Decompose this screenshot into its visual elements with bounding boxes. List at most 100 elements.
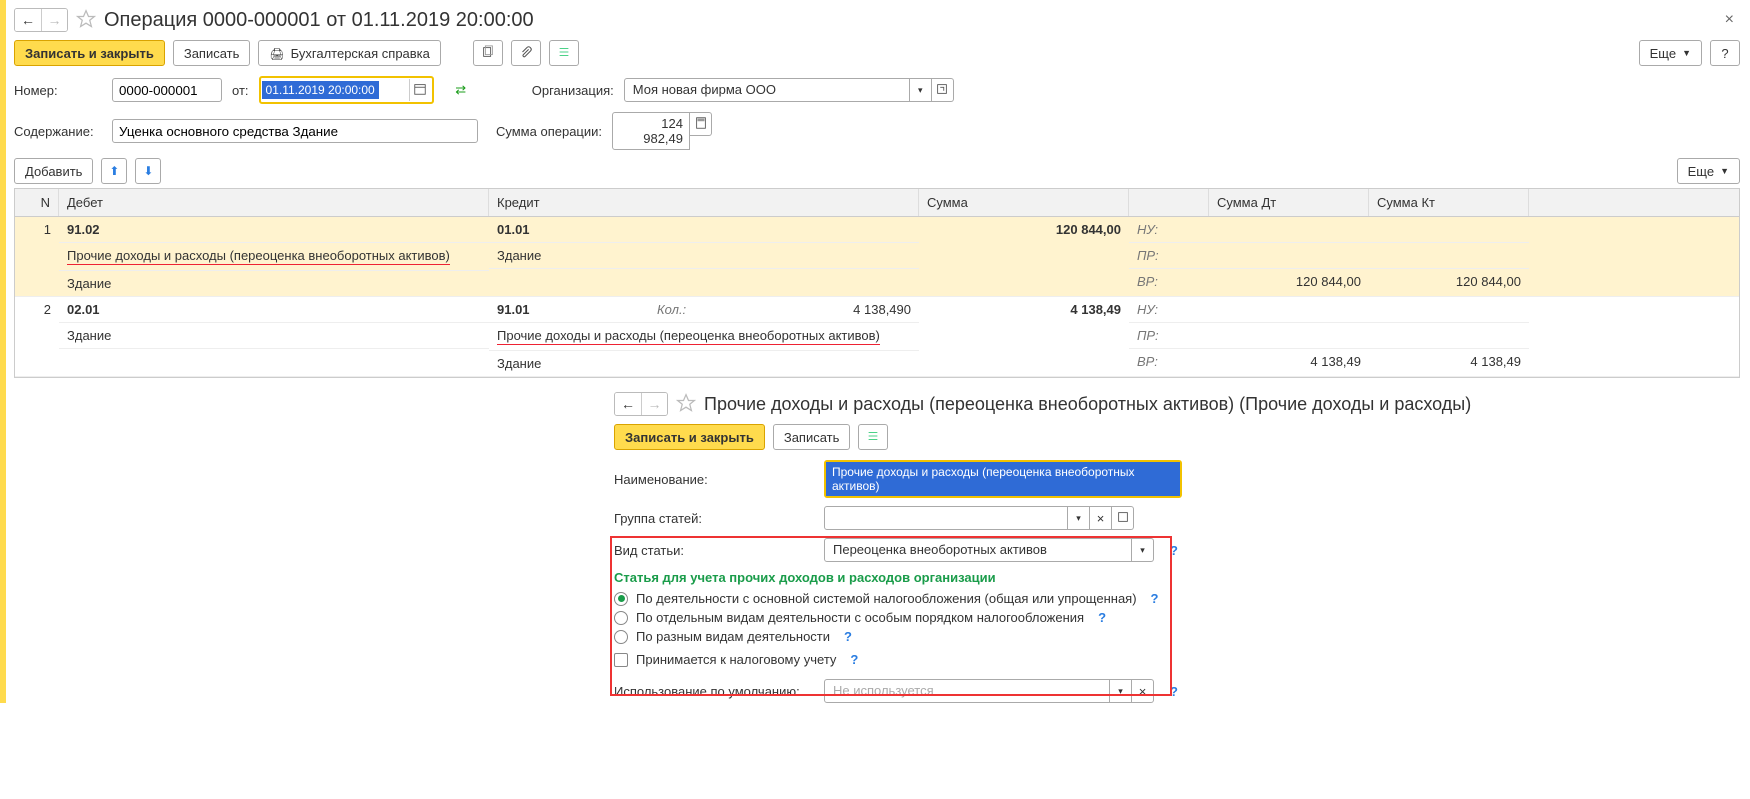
credit-sub1: Прочие доходы и расходы (переоценка внео… xyxy=(489,322,919,350)
group-dropdown-button[interactable]: ▾ xyxy=(1068,506,1090,530)
help-button[interactable]: ? xyxy=(1710,40,1740,66)
open-icon xyxy=(1116,510,1130,527)
dialog-back-button[interactable] xyxy=(615,393,641,415)
row-sum: 4 138,49 xyxy=(919,297,1129,322)
add-row-button[interactable]: Добавить xyxy=(14,158,93,184)
default-dropdown-button[interactable]: ▾ xyxy=(1110,679,1132,703)
col-debit: Дебет xyxy=(59,189,489,216)
row-sum: 120 844,00 xyxy=(919,217,1129,242)
row-n: 2 xyxy=(15,297,59,376)
dialog-title: Прочие доходы и расходы (переоценка внео… xyxy=(704,394,1471,415)
more-label: Еще xyxy=(1650,46,1676,61)
dialog-save-close-button[interactable]: Записать и закрыть xyxy=(614,424,765,450)
table-row[interactable]: 2 02.01 Здание 91.01 Кол.: 4 138,490 Про… xyxy=(15,297,1739,377)
default-combo[interactable]: Не используется ▾ × xyxy=(824,679,1154,703)
print-ref-button[interactable]: Бухгалтерская справка xyxy=(258,40,440,66)
radio3-help[interactable]: ? xyxy=(844,629,852,644)
radio-various-label: По разным видам деятельности xyxy=(636,629,830,644)
credit-acc: 01.01 xyxy=(489,217,919,242)
radio2-help[interactable]: ? xyxy=(1098,610,1106,625)
sum-field: 124 982,49 xyxy=(612,112,712,150)
list-icon xyxy=(866,429,880,446)
qty-value: 4 138,490 xyxy=(739,297,919,322)
kind-help-button[interactable]: ? xyxy=(1170,543,1178,558)
table-more-button[interactable]: Еще▼ xyxy=(1677,158,1740,184)
debit-sub1: Здание xyxy=(59,322,489,348)
col-sum-dt: Сумма Дт xyxy=(1209,189,1369,216)
dialog-favorite-icon[interactable] xyxy=(676,393,696,416)
radio-special[interactable] xyxy=(614,611,628,625)
copy-button[interactable] xyxy=(473,40,503,66)
dialog-list-button[interactable] xyxy=(858,424,888,450)
default-value: Не используется xyxy=(824,679,1110,703)
table-row[interactable]: 1 91.02 Прочие доходы и расходы (переоце… xyxy=(15,217,1739,297)
dialog-nav xyxy=(614,392,668,416)
date-field[interactable]: 01.11.2019 20:00:00 xyxy=(259,76,434,104)
tax-nu: НУ: xyxy=(1129,217,1209,242)
radio-special-label: По отдельным видам деятельности с особым… xyxy=(636,610,1084,625)
name-input[interactable]: Прочие доходы и расходы (переоценка внео… xyxy=(824,460,1182,498)
default-help[interactable]: ? xyxy=(1170,684,1178,699)
group-open-button[interactable] xyxy=(1112,506,1134,530)
help-label: ? xyxy=(1721,46,1728,61)
qty-label: Кол.: xyxy=(649,297,739,322)
dialog-save-close-label: Записать и закрыть xyxy=(625,430,754,445)
content-label: Содержание: xyxy=(14,124,102,139)
tax-pr: ПР: xyxy=(1129,242,1209,268)
group-value xyxy=(824,506,1068,530)
favorite-icon[interactable] xyxy=(76,9,96,32)
default-clear-button[interactable]: × xyxy=(1132,679,1154,703)
tax-pr: ПР: xyxy=(1129,322,1209,348)
row-n: 1 xyxy=(15,217,59,296)
org-dropdown-button[interactable]: ▾ xyxy=(910,78,932,102)
more-button[interactable]: Еще ▼ xyxy=(1639,40,1702,66)
default-label: Использование по умолчанию: xyxy=(614,684,814,699)
tax-vr: ВР: xyxy=(1129,268,1209,294)
dialog-forward-button[interactable] xyxy=(641,393,667,415)
radio-various[interactable] xyxy=(614,630,628,644)
calendar-button[interactable] xyxy=(409,79,431,101)
calc-button[interactable] xyxy=(690,112,712,136)
col-credit: Кредит xyxy=(489,189,919,216)
back-button[interactable] xyxy=(15,9,41,31)
attach-button[interactable] xyxy=(511,40,541,66)
item-dialog: Прочие доходы и расходы (переоценка внео… xyxy=(614,392,1740,703)
group-clear-button[interactable]: × xyxy=(1090,506,1112,530)
sum-kt: 120 844,00 xyxy=(1369,268,1529,294)
tax-vr: ВР: xyxy=(1129,348,1209,374)
chevron-down-icon: ▼ xyxy=(1682,48,1691,58)
debit-acc: 02.01 xyxy=(59,297,489,322)
debit-sub1: Прочие доходы и расходы (переоценка внео… xyxy=(59,242,489,270)
org-label: Организация: xyxy=(532,83,614,98)
radio-main-system-label: По деятельности с основной системой нало… xyxy=(636,591,1137,606)
number-input[interactable] xyxy=(112,78,222,102)
radio-main-system[interactable] xyxy=(614,592,628,606)
org-combo[interactable]: Моя новая фирма ООО ▾ xyxy=(624,78,954,102)
swap-button[interactable]: ⇄ xyxy=(450,79,472,101)
chevron-down-icon: ▾ xyxy=(918,85,923,96)
check-help[interactable]: ? xyxy=(850,652,858,667)
close-button[interactable]: × xyxy=(1719,11,1740,29)
sum-value: 124 982,49 xyxy=(612,112,690,150)
group-combo[interactable]: ▾ × xyxy=(824,506,1134,530)
kind-dropdown-button[interactable]: ▾ xyxy=(1132,538,1154,562)
radio1-help[interactable]: ? xyxy=(1151,591,1159,606)
number-label: Номер: xyxy=(14,83,102,98)
list-button[interactable] xyxy=(549,40,579,66)
col-sum-kt: Сумма Кт xyxy=(1369,189,1529,216)
tax-check[interactable] xyxy=(614,653,628,667)
save-button[interactable]: Записать xyxy=(173,40,251,66)
window-title: Операция 0000-000001 от 01.11.2019 20:00… xyxy=(104,9,534,32)
save-close-button[interactable]: Записать и закрыть xyxy=(14,40,165,66)
move-down-button[interactable] xyxy=(135,158,161,184)
move-up-button[interactable] xyxy=(101,158,127,184)
forward-button[interactable] xyxy=(41,9,67,31)
org-open-button[interactable] xyxy=(932,78,954,102)
dialog-save-button[interactable]: Записать xyxy=(773,424,851,450)
chevron-down-icon: ▾ xyxy=(1118,686,1123,697)
content-input[interactable] xyxy=(112,119,478,143)
credit-acc: 91.01 xyxy=(489,297,649,322)
credit-sub2: Здание xyxy=(489,350,919,376)
add-label: Добавить xyxy=(25,164,82,179)
kind-combo[interactable]: Переоценка внеоборотных активов ▾ xyxy=(824,538,1154,562)
